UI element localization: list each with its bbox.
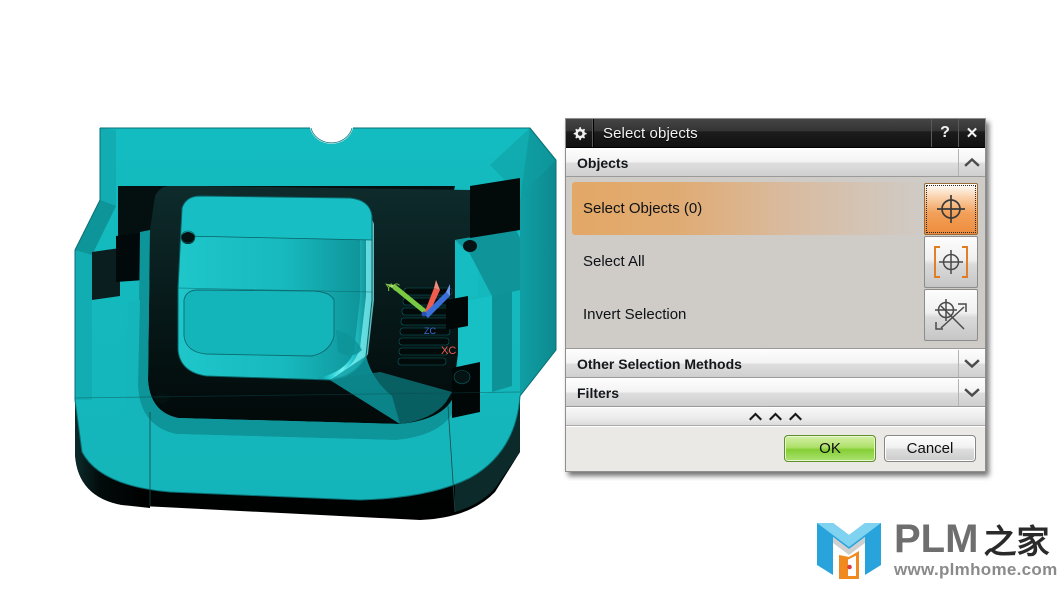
chevron-down-icon[interactable] bbox=[958, 379, 985, 406]
chevron-up-icon bbox=[789, 412, 802, 421]
select-objects-dialog[interactable]: Select objects ? ✕ Objects Select Object… bbox=[565, 118, 986, 472]
group-header-objects[interactable]: Objects bbox=[566, 148, 985, 177]
brand-url: www.plmhome.com bbox=[894, 560, 1058, 579]
label-invert-selection: Invert Selection bbox=[583, 306, 687, 323]
dialog-expander-bar[interactable] bbox=[566, 407, 985, 426]
chevron-up-icon bbox=[769, 412, 782, 421]
label-select-objects: Select Objects (0) bbox=[572, 182, 924, 235]
chevron-up-icon[interactable] bbox=[958, 149, 985, 176]
help-button[interactable]: ? bbox=[931, 119, 958, 147]
crosshair-target-icon[interactable] bbox=[924, 182, 978, 235]
screen: YC XC ZC Select objects ? ✕ Objects Sele… bbox=[0, 0, 1064, 598]
group-label-other-selection-methods: Other Selection Methods bbox=[577, 355, 742, 372]
cad-model bbox=[74, 126, 557, 520]
plm-logo-text: PLM 之家 www.plmhome.com bbox=[894, 517, 1058, 580]
cancel-button[interactable]: Cancel bbox=[884, 435, 976, 462]
crosshair-select-all-icon[interactable] bbox=[924, 235, 978, 288]
label-select-all: Select All bbox=[583, 253, 645, 270]
brand-chinese: 之家 bbox=[983, 522, 1050, 561]
crosshair-invert-icon[interactable] bbox=[924, 288, 978, 341]
dialog-body: Objects Select Objects (0) Select All In… bbox=[566, 148, 985, 471]
plmhome-watermark: PLM 之家 www.plmhome.com bbox=[813, 512, 1057, 588]
ok-button[interactable]: OK bbox=[784, 435, 876, 462]
row-select-all[interactable]: Select All bbox=[572, 235, 979, 288]
gear-icon[interactable] bbox=[566, 119, 593, 147]
group-header-other-selection-methods[interactable]: Other Selection Methods bbox=[566, 349, 985, 378]
dialog-button-bar: OK Cancel bbox=[566, 426, 985, 471]
chevron-up-icon bbox=[749, 412, 762, 421]
plm-logo-icon bbox=[817, 523, 881, 579]
group-label-filters: Filters bbox=[577, 384, 620, 401]
row-invert-selection[interactable]: Invert Selection bbox=[572, 288, 979, 341]
dialog-title: Select objects bbox=[593, 119, 931, 147]
nx-graphics-viewport[interactable]: YC XC ZC bbox=[0, 0, 570, 598]
objects-panel: Select Objects (0) Select All Invert Sel… bbox=[566, 177, 985, 349]
row-select-objects[interactable]: Select Objects (0) bbox=[572, 182, 979, 235]
close-icon[interactable]: ✕ bbox=[958, 119, 985, 147]
group-header-filters[interactable]: Filters bbox=[566, 378, 985, 407]
chevron-down-icon[interactable] bbox=[958, 350, 985, 377]
dialog-titlebar[interactable]: Select objects ? ✕ bbox=[566, 119, 985, 148]
brand-latin: PLM bbox=[894, 517, 979, 561]
group-label-objects: Objects bbox=[577, 154, 629, 171]
